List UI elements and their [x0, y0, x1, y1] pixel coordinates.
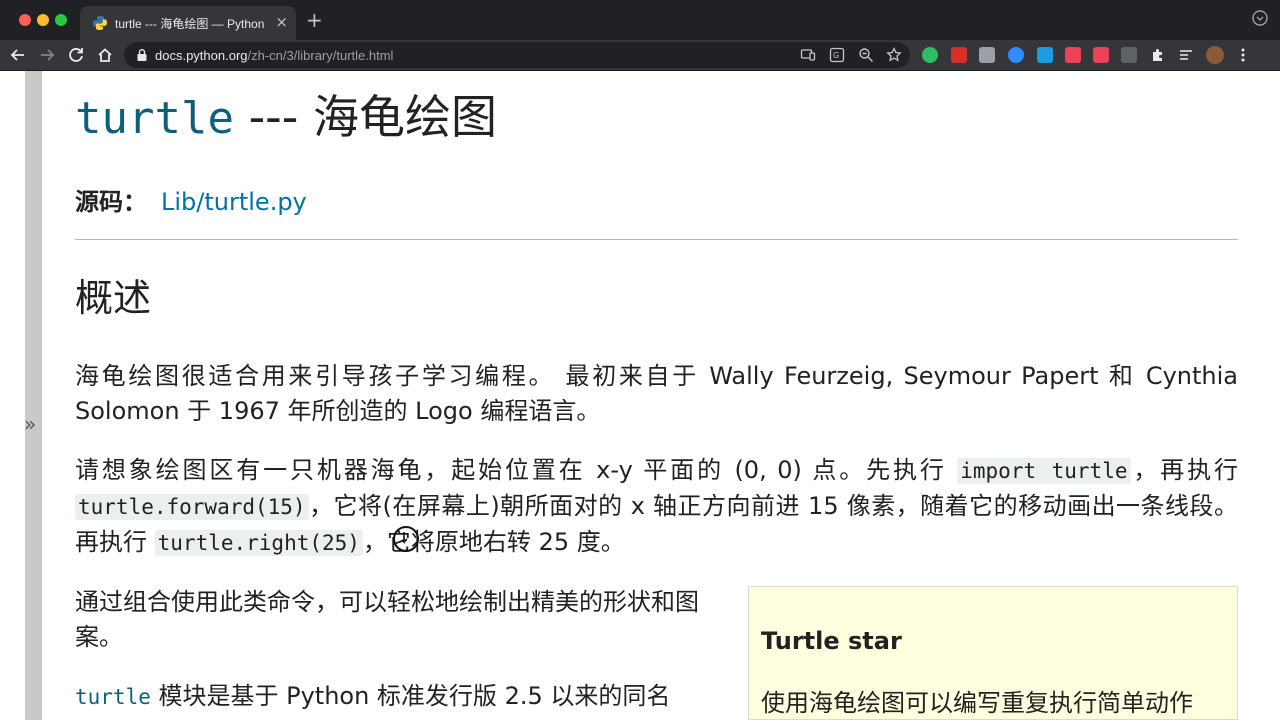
url-path: /zh-cn/3/library/turtle.html	[247, 48, 394, 63]
zoom-extension-icon[interactable]	[1008, 47, 1024, 63]
source-line: 源码： Lib/turtle.py	[75, 182, 307, 217]
close-tab-icon[interactable]: ×	[275, 13, 288, 31]
minimize-window-button[interactable]	[37, 14, 49, 26]
home-icon[interactable]	[95, 45, 115, 65]
pocket-extension-icon[interactable]	[1065, 47, 1081, 63]
para4-text: 模块是基于 Python 标准发行版 2.5 以来的同名	[150, 682, 671, 710]
forward-arrow-icon[interactable]	[37, 45, 57, 65]
reload-icon[interactable]	[66, 45, 86, 65]
section-heading: 概述	[75, 276, 152, 320]
reading-list-icon[interactable]	[1178, 47, 1194, 63]
url-host: docs.python.org	[155, 48, 248, 63]
source-link[interactable]: Lib/turtle.py	[161, 188, 307, 216]
title-module-name: turtle	[75, 93, 234, 144]
forward-code: turtle.forward(15)	[75, 494, 309, 520]
collapsed-sidebar[interactable]	[25, 71, 42, 720]
close-window-button[interactable]	[19, 14, 31, 26]
profile-avatar[interactable]	[1206, 46, 1224, 64]
zoom-icon[interactable]	[858, 47, 874, 63]
divider	[75, 239, 1238, 240]
intro-paragraph: 海龟绘图很适合用来引导孩子学习编程。 最初来自于 Wally Feurzeig,…	[75, 362, 1238, 425]
sidebar-box-title: Turtle star	[761, 627, 902, 655]
tab-title: turtle --- 海龟绘图 — Python 3	[115, 17, 265, 31]
bookmark-star-icon[interactable]	[886, 47, 902, 63]
svg-text:G: G	[833, 51, 839, 60]
tab-search-icon[interactable]	[1252, 10, 1268, 26]
browser-toolbar: docs.python.org/zh-cn/3/library/turtle.h…	[0, 40, 1280, 71]
expand-sidebar-button[interactable]: »	[24, 412, 36, 436]
title-text: --- 海龟绘图	[233, 90, 497, 144]
address-bar[interactable]: docs.python.org/zh-cn/3/library/turtle.h…	[124, 42, 910, 68]
new-tab-button[interactable]: +	[306, 9, 323, 31]
pocket-save-extension-icon[interactable]	[1093, 47, 1109, 63]
tab-bar: turtle --- 海龟绘图 — Python 3 × +	[0, 0, 1280, 40]
combine-commands-paragraph: 通过组合使用此类命令，可以轻松地绘制出精美的形状和图案。	[75, 588, 699, 651]
turtle-explanation-paragraph: 请想象绘图区有一只机器海龟，起始位置在 x-y 平面的 (0, 0) 点。先执行…	[75, 453, 1238, 561]
translate-extension-icon[interactable]	[1037, 47, 1053, 63]
page-gutter	[0, 71, 25, 720]
browser-menu-icon[interactable]	[1235, 47, 1251, 63]
maximize-window-button[interactable]	[55, 14, 67, 26]
module-paragraph: turtle 模块是基于 Python 标准发行版 2.5 以来的同名	[75, 679, 735, 715]
source-label: 源码：	[75, 188, 147, 216]
para2-text-b: ，再执行	[1130, 456, 1239, 484]
turtle-module-link[interactable]: turtle	[75, 685, 151, 709]
turtle-star-sidebar: Turtle star 使用海龟绘图可以编写重复执行简单动作	[748, 586, 1238, 720]
active-tab[interactable]: turtle --- 海龟绘图 — Python 3 ×	[80, 6, 296, 40]
install-app-icon[interactable]	[800, 47, 816, 63]
mouse-cursor-icon	[393, 526, 419, 552]
evernote-extension-icon[interactable]	[922, 47, 938, 63]
import-turtle-code: import turtle	[957, 458, 1131, 484]
back-arrow-icon[interactable]	[8, 45, 28, 65]
python-logo-icon	[93, 16, 107, 30]
lock-icon[interactable]	[136, 48, 148, 62]
red-extension-icon[interactable]	[951, 47, 967, 63]
copy-extension-icon[interactable]	[979, 47, 995, 63]
hexagon-extension-icon[interactable]	[1121, 47, 1137, 63]
extensions-puzzle-icon[interactable]	[1150, 47, 1166, 63]
sidebar-box-text: 使用海龟绘图可以编写重复执行简单动作	[761, 689, 1193, 717]
url-text[interactable]: docs.python.org/zh-cn/3/library/turtle.h…	[155, 48, 393, 63]
translate-icon[interactable]: G	[829, 47, 845, 63]
page-title: turtle --- 海龟绘图	[75, 81, 497, 147]
para2-text-a: 请想象绘图区有一只机器海龟，起始位置在 x-y 平面的 (0, 0) 点。先执行	[75, 456, 958, 484]
right-code: turtle.right(25)	[154, 530, 363, 556]
page-right-margin	[1262, 71, 1280, 720]
